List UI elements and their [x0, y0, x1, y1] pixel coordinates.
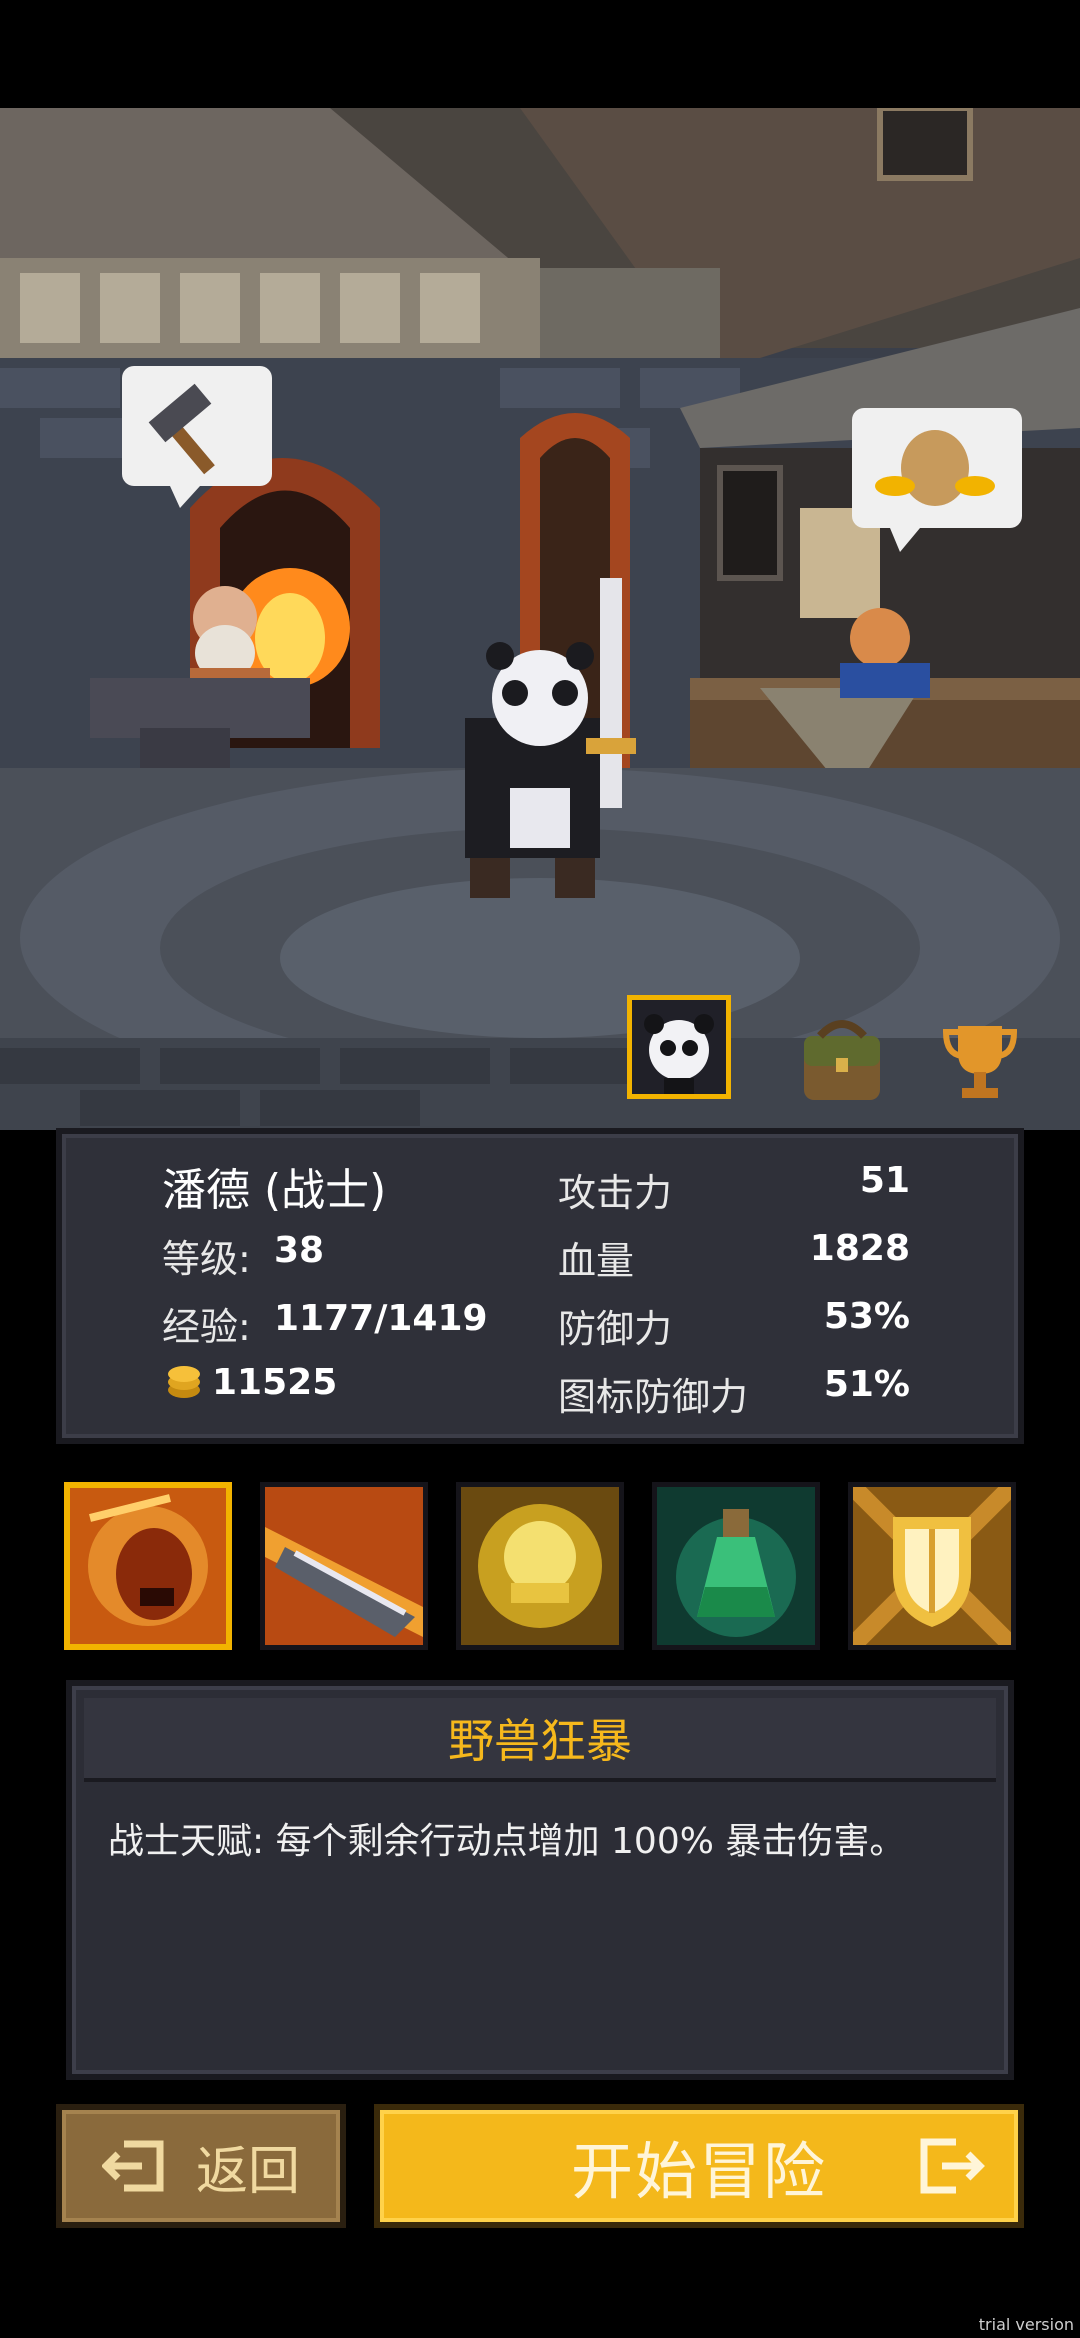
- green-potion-icon: [657, 1487, 815, 1645]
- back-button[interactable]: 返回: [56, 2104, 346, 2228]
- skill-blade-slash[interactable]: [260, 1482, 428, 1650]
- back-button-label: 返回: [195, 2141, 300, 2202]
- skill-title: 野兽狂暴: [448, 1714, 632, 1768]
- golden-burst-icon: [461, 1487, 619, 1645]
- bag-icon: [804, 1020, 880, 1100]
- tab-inventory[interactable]: [790, 1008, 894, 1112]
- town-background: [0, 108, 1080, 1130]
- skill-detail-panel: 野兽狂暴 战士天赋: 每个剩余行动点增加 100% 暴击伤害。: [66, 1680, 1014, 2080]
- attack-label: 攻击力: [558, 1171, 673, 1215]
- exp-label: 经验:: [162, 1305, 251, 1349]
- trophy-icon: [942, 1026, 1018, 1098]
- level-label: 等级:: [162, 1237, 251, 1281]
- gold-coin-icon: [168, 1366, 200, 1398]
- hp-value: 1828: [809, 1228, 910, 1269]
- beast-rage-icon: [70, 1488, 226, 1644]
- skill-golden-burst[interactable]: [456, 1482, 624, 1650]
- watermark: trial version: [978, 2315, 1074, 2334]
- exit-arrow-icon: [101, 2140, 164, 2192]
- icon-defense-label: 图标防御力: [558, 1375, 749, 1419]
- start-adventure-button[interactable]: 开始冒险: [374, 2104, 1024, 2228]
- hp-label: 血量: [558, 1239, 635, 1283]
- enter-arrow-icon: [920, 2138, 985, 2194]
- skill-green-potion[interactable]: [652, 1482, 820, 1650]
- skill-detail-header: 野兽狂暴: [84, 1698, 996, 1782]
- icon-defense-value: 51%: [823, 1364, 910, 1405]
- start-adventure-label: 开始冒险: [570, 2135, 827, 2208]
- level-value: 38: [274, 1230, 325, 1271]
- skill-golden-shield[interactable]: [848, 1482, 1016, 1650]
- skill-beast-rage[interactable]: [64, 1482, 232, 1650]
- hero-name: 潘德 (战士): [162, 1165, 387, 1216]
- hero-stats-panel: 潘德 (战士) 等级: 38 经验: 1177/1419 11525 攻击力 5…: [56, 1128, 1024, 1444]
- defense-label: 防御力: [558, 1307, 673, 1351]
- tab-achievements[interactable]: [928, 1008, 1032, 1112]
- attack-value: 51: [859, 1160, 910, 1201]
- panda-portrait-icon: [632, 1000, 726, 1094]
- defense-value: 53%: [823, 1296, 910, 1337]
- gold-amount: 11525: [212, 1362, 338, 1403]
- skill-description: 战士天赋: 每个剩余行动点增加 100% 暴击伤害。: [108, 1821, 906, 1862]
- golden-shield-icon: [853, 1487, 1011, 1645]
- town-scene: [0, 108, 1080, 1130]
- exp-value: 1177/1419: [274, 1298, 488, 1339]
- tab-character[interactable]: [627, 995, 731, 1099]
- blade-slash-icon: [265, 1487, 423, 1645]
